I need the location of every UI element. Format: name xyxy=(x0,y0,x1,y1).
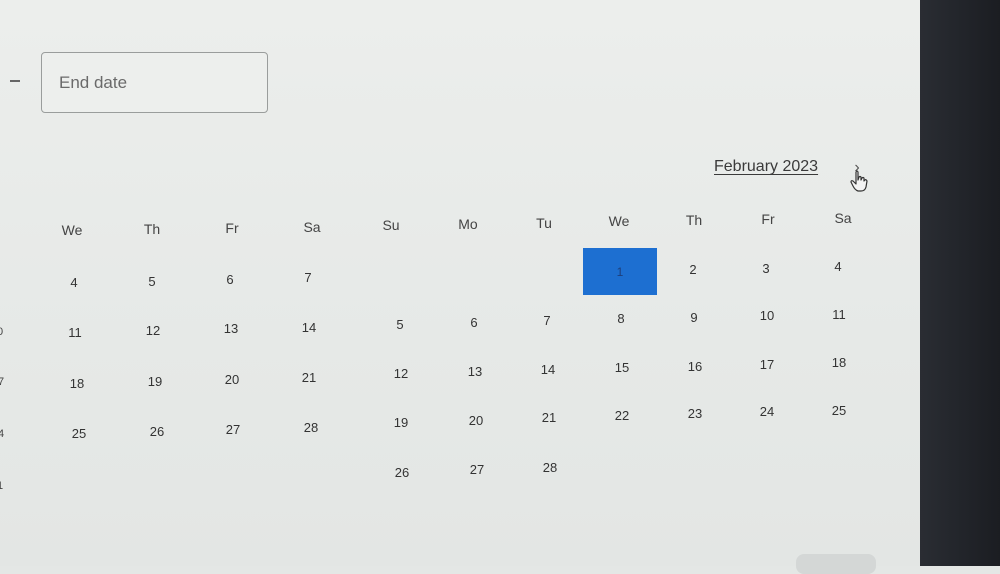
end-date-input[interactable] xyxy=(41,52,268,113)
left-day[interactable]: 25 xyxy=(44,426,114,441)
day-cell[interactable]: 18 xyxy=(804,355,874,370)
day-cell[interactable]: 28 xyxy=(515,460,585,475)
day-cell[interactable]: 22 xyxy=(587,408,657,423)
day-cell[interactable]: 16 xyxy=(660,359,730,374)
day-cell[interactable]: 20 xyxy=(441,413,511,428)
left-day[interactable]: 14 xyxy=(274,320,344,335)
weekday-mo: Mo xyxy=(458,216,478,232)
left-day[interactable]: 21 xyxy=(274,370,344,385)
day-cell[interactable]: 21 xyxy=(514,410,584,425)
day-cell[interactable]: 15 xyxy=(587,360,657,375)
left-weekday-fr: Fr xyxy=(225,220,239,236)
day-cell[interactable]: 3 xyxy=(731,261,801,276)
edge-number: 7 xyxy=(0,376,5,388)
day-cell[interactable]: 10 xyxy=(732,308,802,323)
left-weekday-sa: Sa xyxy=(303,219,321,235)
left-day[interactable]: 26 xyxy=(122,424,192,439)
day-cell[interactable]: 6 xyxy=(439,315,509,330)
left-day[interactable]: 12 xyxy=(118,323,188,338)
day-cell[interactable]: 23 xyxy=(660,406,730,421)
hand-cursor-icon xyxy=(850,170,868,192)
day-cell[interactable]: 14 xyxy=(513,362,583,377)
left-day[interactable]: 4 xyxy=(39,275,109,290)
day-cell[interactable]: 5 xyxy=(365,317,435,332)
left-weekday-th: Th xyxy=(143,221,161,237)
day-cell[interactable]: 13 xyxy=(440,364,510,379)
day-cell[interactable]: 26 xyxy=(367,465,437,480)
partial-button[interactable] xyxy=(796,554,876,574)
day-cell[interactable]: 7 xyxy=(512,313,582,328)
left-day[interactable]: 11 xyxy=(40,325,110,340)
left-day[interactable]: 6 xyxy=(195,272,265,287)
left-day[interactable]: 5 xyxy=(117,274,187,289)
edge-number: 4 xyxy=(0,428,5,440)
left-day[interactable]: 18 xyxy=(42,376,112,391)
day-cell[interactable]: 2 xyxy=(658,262,728,277)
day-cell[interactable]: 11 xyxy=(804,307,874,322)
date-range-picker: February 2023 › We Th Fr Sa 4 5 6 7 11 1… xyxy=(0,0,920,574)
weekday-fr: Fr xyxy=(761,211,775,227)
day-cell[interactable]: 17 xyxy=(732,357,802,372)
day-cell[interactable]: 19 xyxy=(366,415,436,430)
day-cell[interactable]: 8 xyxy=(586,311,656,326)
selected-day-1[interactable]: 1 xyxy=(583,248,657,295)
range-separator xyxy=(10,80,20,82)
edge-number: 0 xyxy=(0,326,4,338)
month-title-february[interactable]: February 2023 xyxy=(714,158,818,176)
weekday-tu: Tu xyxy=(536,215,552,231)
left-day[interactable]: 20 xyxy=(197,372,267,387)
day-cell[interactable]: 12 xyxy=(366,366,436,381)
day-cell[interactable]: 27 xyxy=(442,462,512,477)
left-day[interactable]: 27 xyxy=(198,422,268,437)
day-cell[interactable]: 9 xyxy=(659,310,729,325)
left-day[interactable]: 13 xyxy=(196,321,266,336)
weekday-sa: Sa xyxy=(834,210,852,226)
device-bezel xyxy=(920,0,1000,566)
left-weekday-we: We xyxy=(61,222,83,238)
day-cell[interactable]: 24 xyxy=(732,404,802,419)
left-day[interactable]: 19 xyxy=(120,374,190,389)
day-cell[interactable]: 4 xyxy=(803,259,873,274)
left-day[interactable]: 7 xyxy=(273,270,343,285)
weekday-th: Th xyxy=(685,212,703,228)
left-day[interactable]: 28 xyxy=(276,420,346,435)
day-cell[interactable]: 25 xyxy=(804,403,874,418)
weekday-we: We xyxy=(608,213,630,229)
edge-number: 1 xyxy=(0,480,4,492)
weekday-su: Su xyxy=(382,217,400,233)
